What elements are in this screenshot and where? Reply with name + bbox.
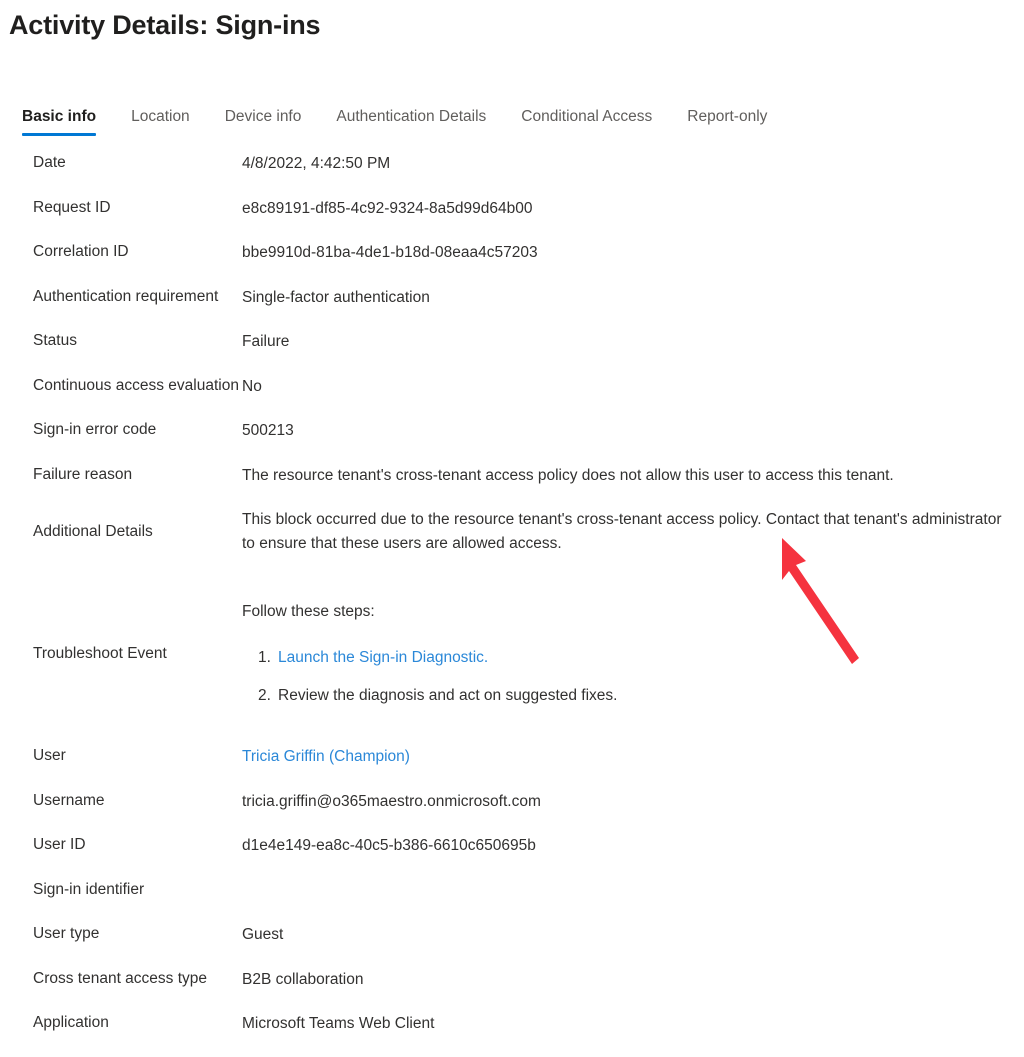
- detail-label-request-id: Request ID: [33, 198, 111, 216]
- detail-value-username: tricia.griffin@o365maestro.onmicrosoft.c…: [242, 792, 541, 810]
- detail-label-user: User: [33, 747, 66, 764]
- detail-value-cross-tenant-access-type: B2B collaboration: [242, 970, 364, 988]
- detail-label-user-id: User ID: [33, 836, 86, 853]
- troubleshoot-step-2: Review the diagnosis and act on suggeste…: [258, 684, 618, 708]
- detail-row-continuous-access-evaluation: Continuous access evaluation No: [0, 375, 1024, 399]
- detail-row-authentication-requirement: Authentication requirement Single-factor…: [0, 286, 1024, 310]
- detail-row-failure-reason: Failure reason The resource tenant's cro…: [0, 464, 1024, 488]
- detail-row-date: Date 4/8/2022, 4:42:50 PM: [0, 152, 1024, 176]
- tab-bar: Basic info Location Device info Authenti…: [22, 106, 767, 139]
- tab-device-info[interactable]: Device info: [225, 106, 302, 139]
- detail-label-failure-reason: Failure reason: [33, 465, 133, 483]
- detail-value-continuous-access-evaluation: No: [242, 377, 262, 395]
- detail-label-continuous-access-evaluation: Continuous access evaluation: [33, 376, 239, 394]
- detail-row-correlation-id: Correlation ID bbe9910d-81ba-4de1-b18d-0…: [0, 241, 1024, 265]
- tab-location-label: Location: [131, 108, 190, 125]
- detail-row-user: User Tricia Griffin (Champion): [0, 745, 1024, 769]
- tab-device-info-label: Device info: [224, 108, 302, 125]
- detail-row-user-type: User type Guest: [0, 923, 1024, 947]
- detail-row-troubleshoot-event: Troubleshoot Event Follow these steps: L…: [0, 600, 1024, 708]
- detail-label-authentication-requirement: Authentication requirement: [33, 287, 219, 305]
- detail-label-application: Application: [33, 1014, 109, 1031]
- detail-label-correlation-id: Correlation ID: [33, 243, 129, 260]
- detail-value-user: Tricia Griffin (Champion): [242, 745, 1024, 769]
- detail-label-troubleshoot-event: Troubleshoot Event: [33, 645, 167, 662]
- detail-value-request-id: e8c89191-df85-4c92-9324-8a5d99d64b00: [242, 199, 533, 217]
- detail-label-date: Date: [33, 154, 66, 171]
- detail-row-username: Username tricia.griffin@o365maestro.onmi…: [0, 790, 1024, 814]
- detail-row-sign-in-error-code: Sign-in error code 500213: [0, 419, 1024, 443]
- detail-label-sign-in-error-code: Sign-in error code: [33, 421, 157, 438]
- tab-location[interactable]: Location: [131, 106, 190, 139]
- tab-basic-info[interactable]: Basic info: [22, 106, 97, 139]
- detail-row-additional-details: Additional Details This block occurred d…: [0, 508, 1024, 556]
- page-title: Activity Details: Sign-ins: [9, 10, 321, 40]
- user-profile-link[interactable]: Tricia Griffin (Champion): [242, 748, 410, 765]
- detail-value-correlation-id: bbe9910d-81ba-4de1-b18d-08eaa4c57203: [242, 244, 538, 261]
- detail-value-additional-details: This block occurred due to the resource …: [242, 511, 1002, 552]
- detail-row-cross-tenant-access-type: Cross tenant access type B2B collaborati…: [0, 968, 1024, 992]
- tab-conditional-access-label: Conditional Access: [521, 108, 653, 125]
- detail-label-status: Status: [33, 332, 77, 349]
- detail-label-username: Username: [33, 791, 105, 809]
- detail-value-user-id: d1e4e149-ea8c-40c5-b386-6610c650695b: [242, 837, 536, 854]
- detail-value-user-type: Guest: [242, 926, 284, 943]
- detail-row-sign-in-identifier: Sign-in identifier: [0, 879, 1024, 903]
- detail-value-sign-in-identifier: [242, 879, 1024, 903]
- tab-authentication-details[interactable]: Authentication Details: [336, 106, 486, 139]
- detail-label-additional-details: Additional Details: [33, 523, 153, 540]
- tab-report-only[interactable]: Report-only: [687, 106, 767, 139]
- troubleshoot-steps-intro: Follow these steps:: [242, 603, 375, 620]
- detail-row-status: Status Failure: [0, 330, 1024, 354]
- troubleshoot-step-1: Launch the Sign-in Diagnostic.: [258, 646, 1010, 670]
- tab-report-only-label: Report-only: [687, 108, 768, 125]
- detail-value-failure-reason: The resource tenant's cross-tenant acces…: [242, 466, 894, 484]
- detail-row-application: Application Microsoft Teams Web Client: [0, 1012, 1024, 1036]
- troubleshoot-steps-list: Launch the Sign-in Diagnostic. Review th…: [242, 646, 1010, 708]
- detail-row-user-id: User ID d1e4e149-ea8c-40c5-b386-6610c650…: [0, 834, 1024, 858]
- detail-value-date: 4/8/2022, 4:42:50 PM: [242, 155, 391, 172]
- detail-label-cross-tenant-access-type: Cross tenant access type: [33, 969, 208, 987]
- detail-value-troubleshoot-event: Follow these steps: Launch the Sign-in D…: [242, 600, 1024, 708]
- detail-value-status: Failure: [242, 333, 290, 350]
- detail-value-authentication-requirement: Single-factor authentication: [242, 288, 430, 306]
- tab-basic-info-label: Basic info: [22, 108, 97, 125]
- detail-label-sign-in-identifier: Sign-in identifier: [33, 880, 145, 898]
- tab-authentication-details-label: Authentication Details: [336, 108, 487, 125]
- basic-info-detail-list: Date 4/8/2022, 4:42:50 PM Request ID e8c…: [0, 152, 1024, 1057]
- detail-row-request-id: Request ID e8c89191-df85-4c92-9324-8a5d9…: [0, 197, 1024, 221]
- detail-value-application: Microsoft Teams Web Client: [242, 1015, 435, 1032]
- detail-value-sign-in-error-code: 500213: [242, 422, 294, 439]
- sign-in-diagnostic-link[interactable]: Launch the Sign-in Diagnostic.: [278, 649, 488, 666]
- tab-conditional-access[interactable]: Conditional Access: [521, 106, 652, 139]
- detail-label-user-type: User type: [33, 925, 100, 942]
